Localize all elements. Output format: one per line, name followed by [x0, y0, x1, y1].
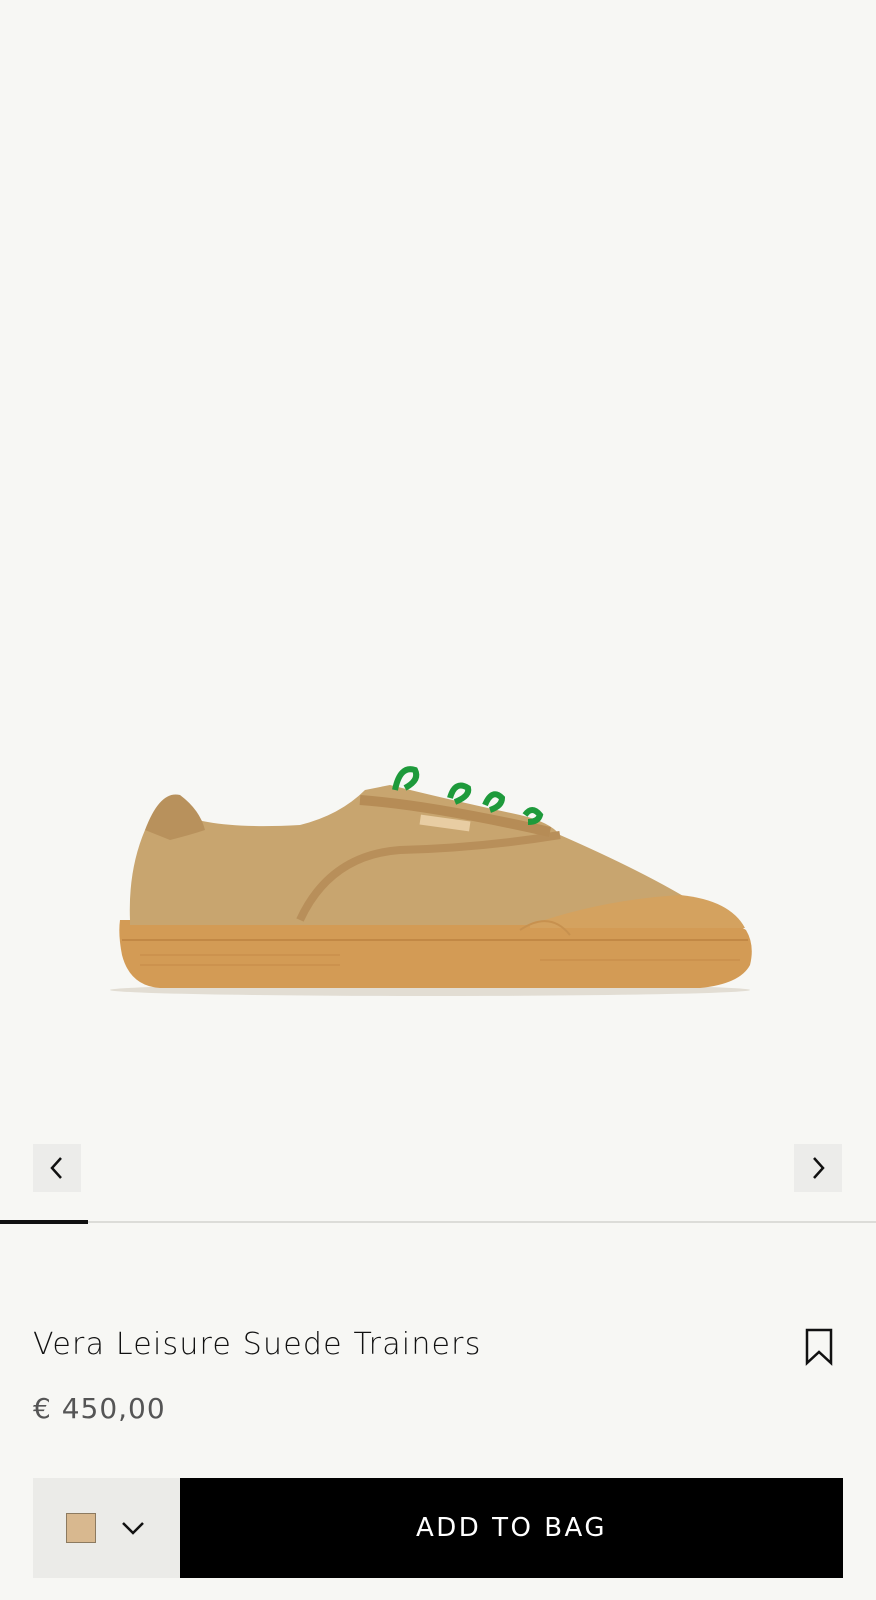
- gallery-progress-track: [0, 1221, 876, 1223]
- chevron-left-icon: [50, 1157, 62, 1179]
- chevron-down-icon: [122, 1522, 144, 1535]
- chevron-right-icon: [813, 1157, 825, 1179]
- purchase-bar: ADD TO BAG: [33, 1478, 843, 1578]
- bookmark-icon[interactable]: [804, 1328, 834, 1366]
- product-gallery[interactable]: [0, 0, 876, 1220]
- gallery-next-button[interactable]: [794, 1144, 842, 1192]
- gallery-progress-indicator: [0, 1220, 88, 1224]
- sneaker-image: [110, 766, 752, 996]
- gallery-prev-button[interactable]: [33, 1144, 81, 1192]
- color-swatch: [66, 1513, 96, 1543]
- product-title: Vera Leisure Suede Trainers: [33, 1327, 482, 1362]
- add-to-bag-button[interactable]: ADD TO BAG: [180, 1478, 843, 1578]
- color-selector[interactable]: [33, 1478, 180, 1578]
- product-price: € 450,00: [33, 1392, 166, 1425]
